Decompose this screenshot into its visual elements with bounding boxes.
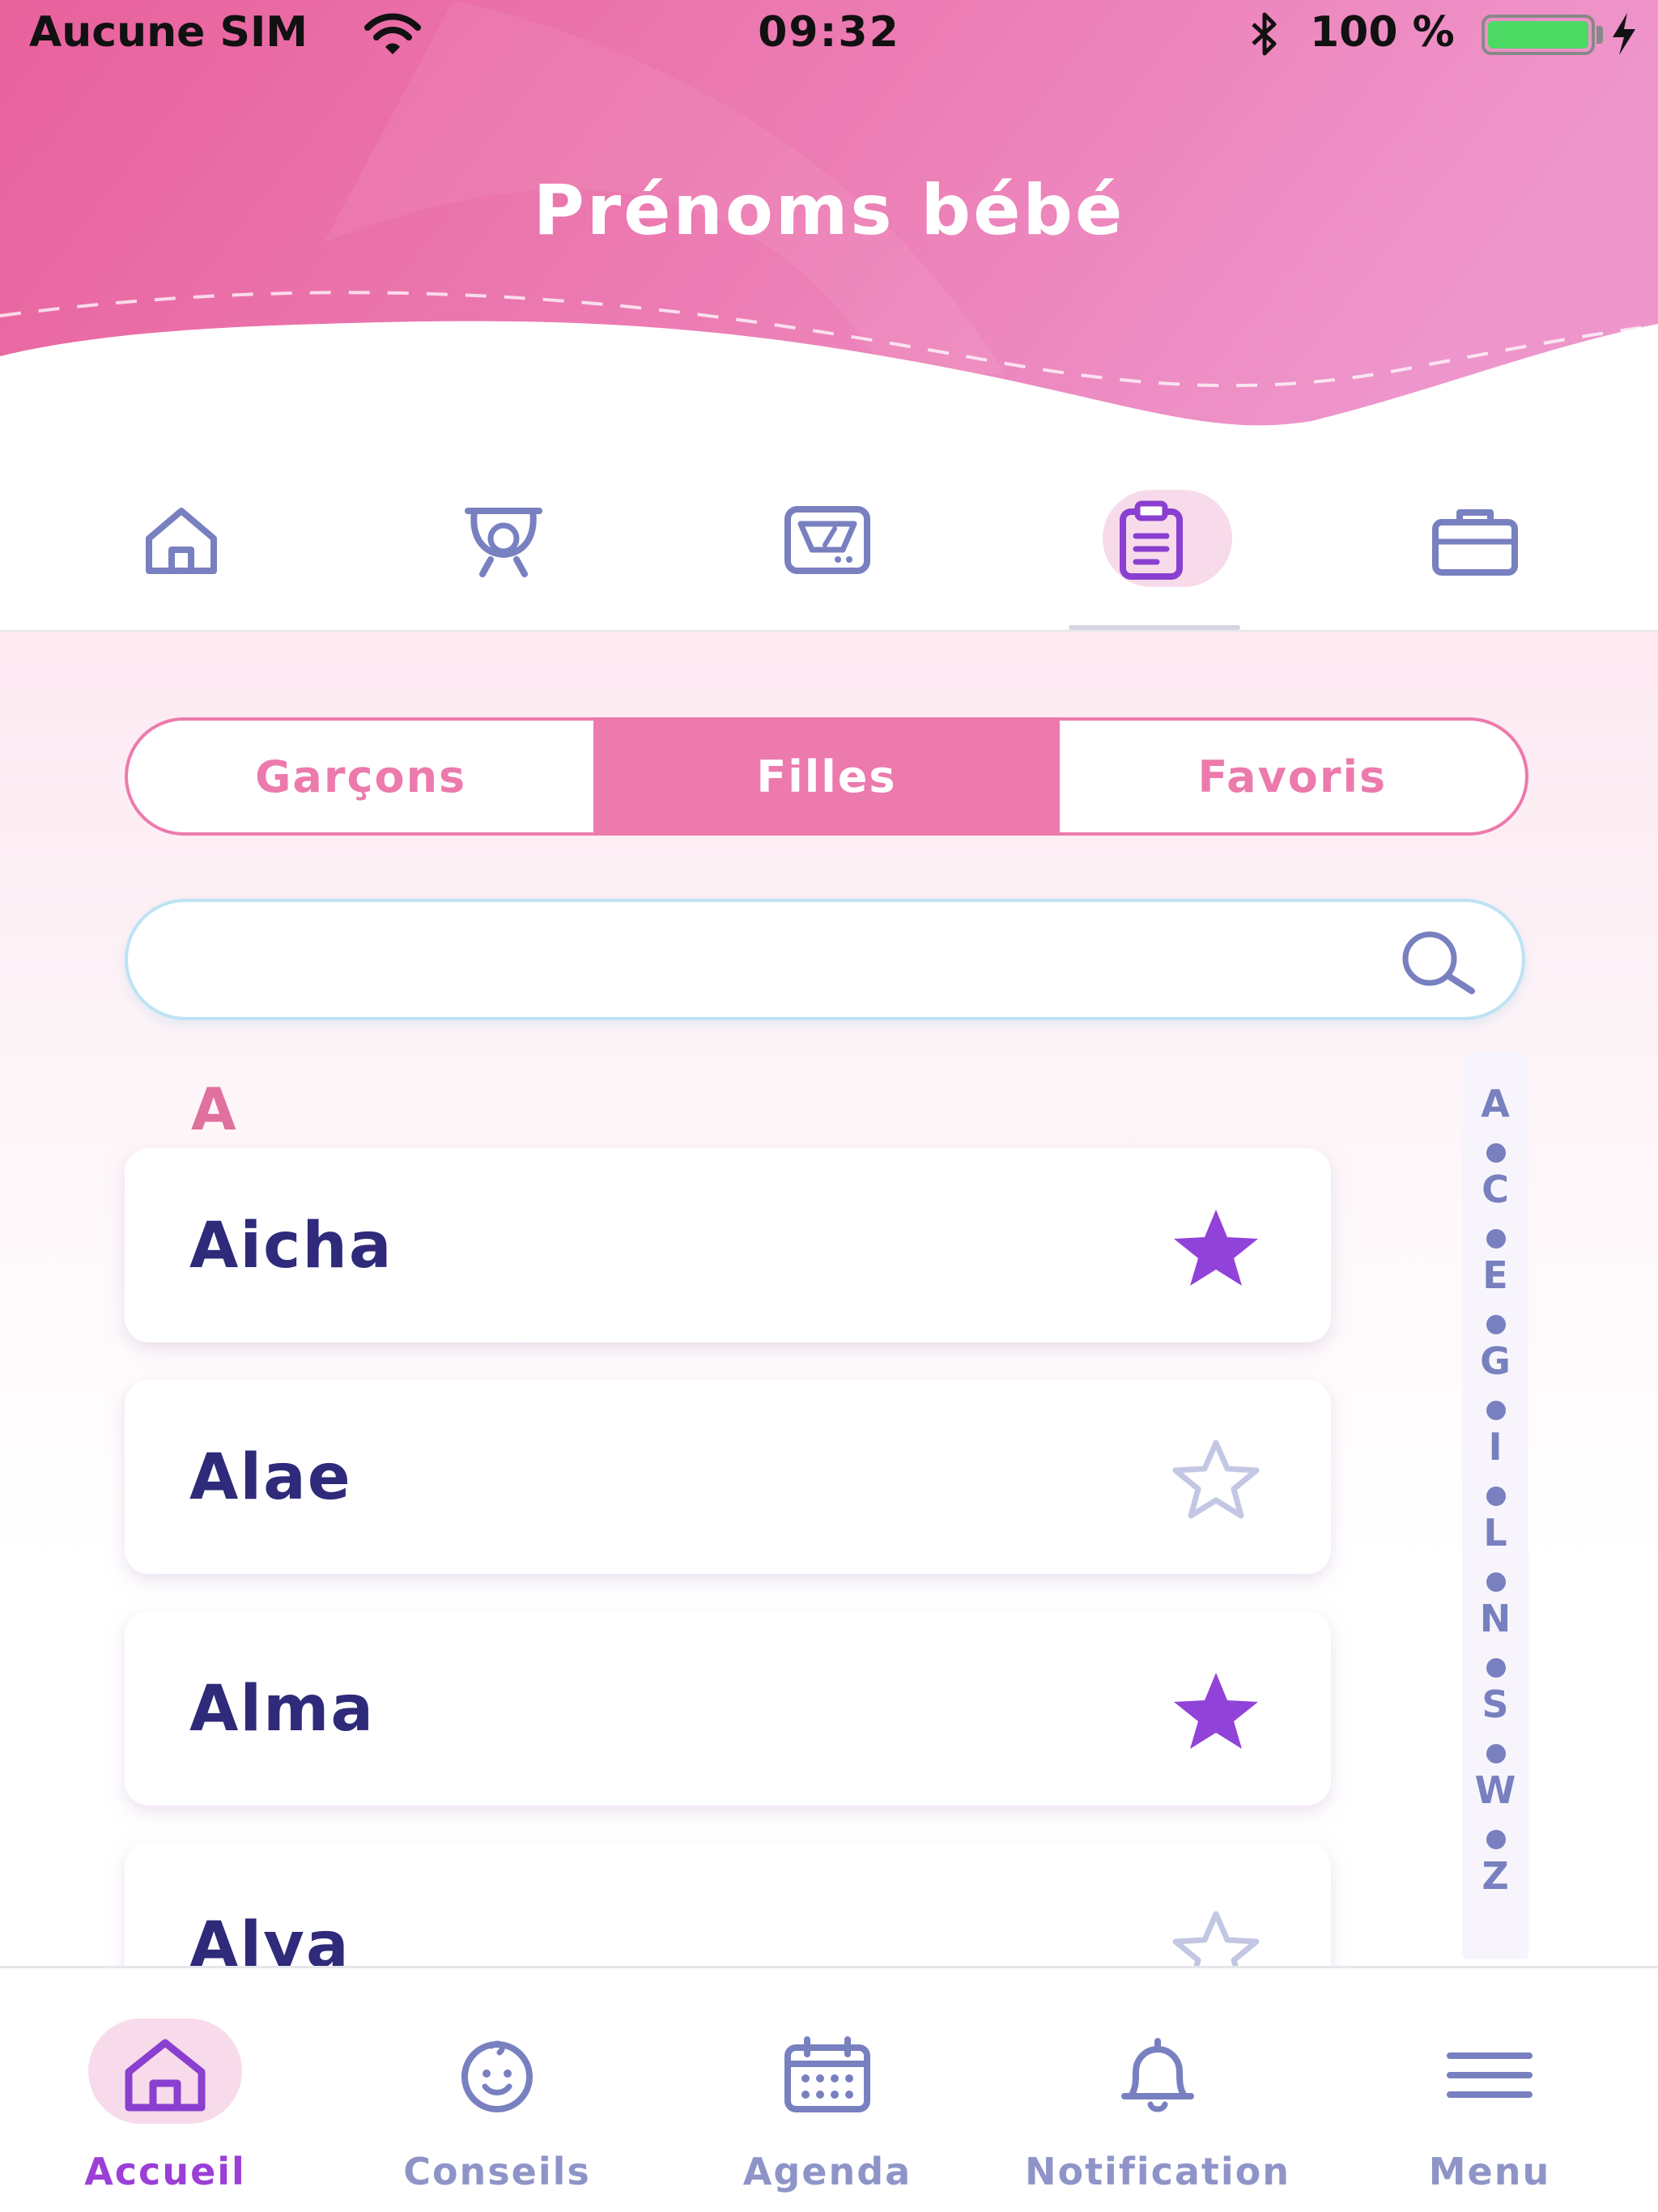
- section-header-letter: A: [191, 1075, 236, 1143]
- battery-percentage: 100 %: [1310, 8, 1455, 57]
- clipboard-icon: [1115, 500, 1188, 585]
- tab-label: Agenda: [742, 2150, 912, 2193]
- top-nav-briefcase[interactable]: [1394, 486, 1556, 599]
- alphabet-index[interactable]: A C E G I L N S W Z: [1462, 1053, 1528, 1959]
- baby-scale-icon: [463, 504, 544, 581]
- baby-face-icon: [453, 2036, 542, 2158]
- bluetooth-icon: [1247, 11, 1282, 67]
- list-item[interactable]: Alma: [125, 1611, 1331, 1806]
- segment-boys[interactable]: Garçons: [128, 721, 593, 832]
- name-label: Aicha: [189, 1210, 393, 1283]
- alpha-letter[interactable]: Z: [1462, 1854, 1528, 1898]
- alpha-dot: [1486, 1830, 1506, 1849]
- tab-icon-container: [665, 2027, 989, 2148]
- name-label: Alma: [189, 1673, 376, 1746]
- alpha-dot: [1486, 1658, 1506, 1678]
- tab-home[interactable]: Accueil: [3, 1968, 327, 2212]
- tab-label: Accueil: [84, 2150, 246, 2193]
- name-label: Alae: [189, 1441, 352, 1514]
- hamburger-menu-icon: [1445, 2036, 1534, 2158]
- battery-icon: [1482, 15, 1595, 55]
- search-icon[interactable]: [1396, 929, 1477, 998]
- star-outline-icon[interactable]: [1169, 1438, 1263, 1522]
- tab-icon-container: [335, 2027, 659, 2148]
- alpha-dot: [1486, 1315, 1506, 1334]
- segment-favorites[interactable]: Favoris: [1060, 721, 1525, 832]
- alpha-dot: [1486, 1143, 1506, 1163]
- tab-label: Notification: [1024, 2150, 1291, 2193]
- battery-cap: [1596, 26, 1603, 44]
- page-title: Prénoms bébé: [533, 170, 1125, 251]
- alpha-letter[interactable]: E: [1462, 1253, 1528, 1297]
- bell-icon: [1113, 2036, 1202, 2158]
- weighing-scale-icon: [783, 504, 872, 581]
- top-nav-baby-scale[interactable]: [423, 486, 585, 599]
- briefcase-icon: [1431, 504, 1520, 581]
- list-item[interactable]: Aicha: [125, 1148, 1331, 1342]
- segment-girls[interactable]: Filles: [593, 721, 1060, 832]
- charging-bolt-icon: [1609, 11, 1639, 67]
- list-item[interactable]: Alya: [125, 1843, 1331, 1966]
- home-icon: [121, 2036, 210, 2158]
- calendar-icon: [783, 2036, 872, 2158]
- star-filled-icon[interactable]: [1169, 1670, 1263, 1754]
- status-bar: Aucune SIM 09:32 100 %: [0, 0, 1658, 68]
- search-input[interactable]: [168, 926, 1383, 994]
- alpha-letter[interactable]: I: [1462, 1425, 1528, 1469]
- alpha-letter[interactable]: L: [1462, 1511, 1528, 1555]
- tab-icon-container: [1328, 2027, 1652, 2148]
- header: Aucune SIM 09:32 100 % Prénoms bébé: [0, 0, 1658, 453]
- alpha-letter[interactable]: N: [1462, 1597, 1528, 1640]
- alpha-letter[interactable]: C: [1462, 1168, 1528, 1211]
- battery-fill: [1488, 21, 1588, 49]
- gender-segmented-control: Garçons Filles Favoris: [125, 717, 1528, 836]
- alpha-letter[interactable]: S: [1462, 1682, 1528, 1726]
- alpha-letter[interactable]: G: [1462, 1339, 1528, 1383]
- bottom-tab-bar: Accueil Conseils Agenda Notification Men…: [0, 1966, 1658, 2212]
- tab-tips[interactable]: Conseils: [335, 1968, 659, 2212]
- alpha-dot: [1486, 1572, 1506, 1592]
- name-label: Alya: [189, 1909, 351, 1966]
- tab-label: Menu: [1428, 2150, 1551, 2193]
- tab-menu[interactable]: Menu: [1328, 1968, 1652, 2212]
- tab-icon-container: [996, 2027, 1320, 2148]
- alpha-letter[interactable]: A: [1462, 1082, 1528, 1125]
- top-nav-weighing-scale[interactable]: [746, 486, 908, 599]
- tab-icon-container: [3, 2027, 327, 2148]
- tab-agenda[interactable]: Agenda: [665, 1968, 989, 2212]
- tab-label: Conseils: [403, 2150, 591, 2193]
- alpha-letter[interactable]: W: [1462, 1768, 1528, 1812]
- star-filled-icon[interactable]: [1169, 1206, 1263, 1291]
- alpha-dot: [1486, 1401, 1506, 1420]
- tab-notification[interactable]: Notification: [996, 1968, 1320, 2212]
- alpha-dot: [1486, 1744, 1506, 1763]
- alpha-dot: [1486, 1487, 1506, 1506]
- list-item[interactable]: Alae: [125, 1380, 1331, 1574]
- home-icon: [141, 504, 222, 581]
- top-nav: [0, 453, 1658, 632]
- top-nav-home[interactable]: [100, 486, 262, 599]
- search-bar: [125, 899, 1525, 1020]
- top-nav-clipboard[interactable]: [1070, 486, 1232, 599]
- names-content: Garçons Filles Favoris A Aicha Alae Alma…: [0, 632, 1658, 1966]
- alpha-dot: [1486, 1229, 1506, 1249]
- star-outline-icon[interactable]: [1169, 1909, 1263, 1966]
